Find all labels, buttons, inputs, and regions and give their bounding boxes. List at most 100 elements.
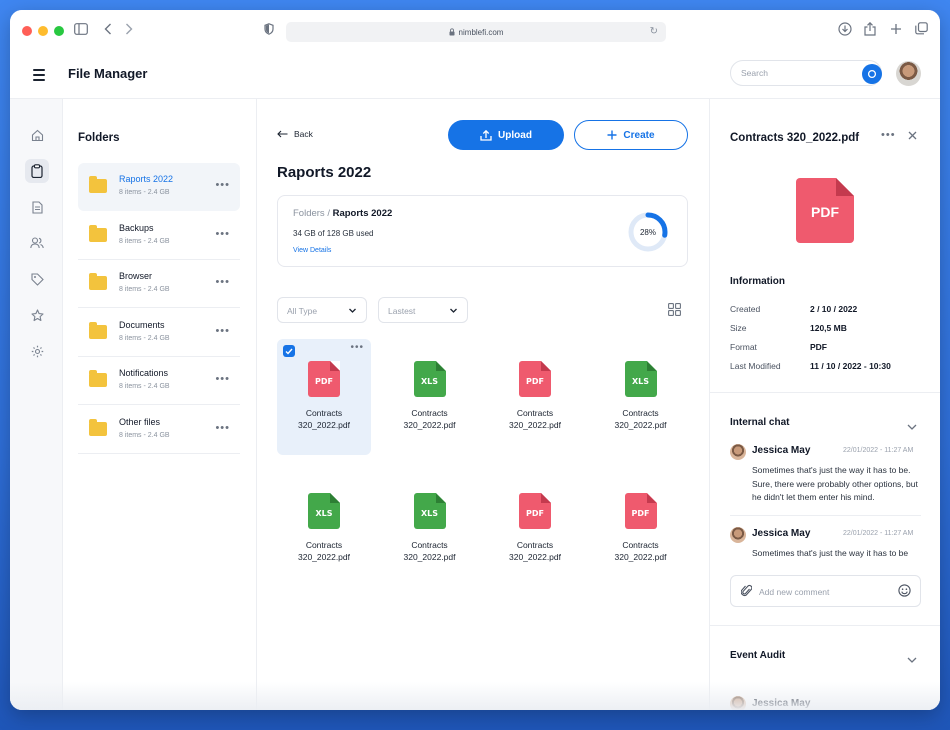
close-icon[interactable]: [908, 129, 917, 143]
info-label: Last Modified: [730, 361, 781, 371]
file-details-panel: Contracts 320_2022.pdf ••• PDF Informati…: [709, 99, 940, 710]
storage-percent: 28%: [640, 228, 656, 237]
sort-select[interactable]: Lastest: [378, 297, 468, 323]
more-options-icon[interactable]: •••: [215, 422, 230, 434]
file-preview-type: PDF: [811, 204, 839, 220]
file-checkbox[interactable]: [283, 345, 295, 357]
storage-used-text: 34 GB of 128 GB used: [293, 229, 374, 238]
menu-icon[interactable]: [33, 69, 45, 84]
file-card[interactable]: PDF Contracts 320_2022.pdf: [488, 339, 582, 455]
more-options-icon[interactable]: •••: [881, 129, 896, 141]
folder-name: Browser: [119, 271, 153, 281]
comment-avatar: [730, 444, 746, 460]
back-button[interactable]: Back: [277, 129, 313, 139]
nav-settings[interactable]: [25, 339, 49, 363]
file-card[interactable]: ••• PDF Contracts 320_2022.pdf: [277, 339, 371, 455]
audit-collapse-icon[interactable]: [907, 651, 917, 669]
view-details-link[interactable]: View Details: [293, 247, 331, 254]
nav-favorites[interactable]: [25, 303, 49, 327]
minimize-window-button[interactable]: [38, 26, 48, 36]
nav-users[interactable]: [25, 231, 49, 255]
nav-clipboard[interactable]: [25, 159, 49, 183]
type-filter-select[interactable]: All Type: [277, 297, 367, 323]
file-type: XLS: [631, 377, 650, 386]
file-type: PDF: [631, 509, 650, 518]
create-label: Create: [623, 129, 655, 141]
address-bar[interactable]: nimblefi.com ↻: [286, 22, 666, 42]
app-title: File Manager: [68, 66, 148, 81]
browser-back-icon[interactable]: [104, 22, 112, 40]
file-name: Contracts: [305, 408, 343, 418]
more-options-icon[interactable]: •••: [215, 179, 230, 191]
arrow-left-icon: [277, 130, 288, 138]
browser-forward-icon[interactable]: [125, 22, 133, 40]
sidebar-toggle-icon[interactable]: [74, 22, 88, 40]
more-options-icon[interactable]: •••: [215, 373, 230, 385]
nav-home[interactable]: [25, 123, 49, 147]
tag-icon: [30, 272, 44, 286]
nav-tags[interactable]: [25, 267, 49, 291]
file-name-suffix: 320_2022.pdf: [509, 552, 561, 562]
paperclip-icon[interactable]: [741, 584, 752, 597]
search-input[interactable]: Search: [730, 60, 882, 86]
tabs-overview-icon[interactable]: [915, 22, 928, 40]
file-name: Contracts: [622, 540, 659, 550]
close-window-button[interactable]: [22, 26, 32, 36]
file-card[interactable]: XLS Contracts 320_2022.pdf: [277, 471, 371, 587]
folder-item[interactable]: Browser 8 items - 2.4 GB •••: [78, 260, 240, 308]
folder-icon: [89, 321, 107, 339]
document-icon: [31, 200, 43, 214]
folder-item[interactable]: Documents 8 items - 2.4 GB •••: [78, 309, 240, 357]
upload-button[interactable]: Upload: [448, 120, 564, 150]
chat-collapse-icon[interactable]: [907, 418, 917, 436]
shield-icon[interactable]: [264, 22, 274, 40]
file-name-suffix: 320_2022.pdf: [403, 420, 456, 430]
comment-avatar: [730, 527, 746, 543]
page-title: Raports 2022: [277, 164, 372, 181]
file-card[interactable]: XLS Contracts 320_2022.pdf: [383, 339, 477, 455]
more-options-icon[interactable]: •••: [215, 325, 230, 337]
more-options-icon[interactable]: •••: [350, 342, 364, 353]
file-type: XLS: [420, 377, 439, 386]
emoji-icon[interactable]: [898, 584, 911, 597]
info-value: 11 / 10 / 2022 - 10:30: [810, 361, 891, 371]
type-filter-value: All Type: [287, 306, 318, 316]
chat-title: Internal chat: [730, 417, 790, 428]
file-name-suffix: 320_2022.pdf: [509, 420, 561, 430]
file-card[interactable]: PDF Contracts 320_2022.pdf: [488, 471, 582, 587]
divider: [710, 392, 940, 393]
file-name-suffix: 320_2022.pdf: [614, 420, 667, 430]
search-button[interactable]: [862, 64, 882, 84]
create-button[interactable]: Create: [574, 120, 688, 150]
folder-meta: 8 items - 2.4 GB: [119, 189, 170, 196]
new-tab-icon[interactable]: [890, 22, 902, 40]
more-options-icon[interactable]: •••: [215, 228, 230, 240]
file-name: Contracts: [516, 540, 554, 550]
info-label: Format: [730, 342, 757, 352]
maximize-window-button[interactable]: [54, 26, 64, 36]
file-card[interactable]: XLS Contracts 320_2022.pdf: [594, 339, 688, 455]
storage-usage-card: Folders / Raports 2022 34 GB of 128 GB u…: [277, 195, 688, 267]
folder-item[interactable]: Notifications 8 items - 2.4 GB •••: [78, 357, 240, 405]
information-title: Information: [730, 276, 785, 287]
folder-item[interactable]: Other files 8 items - 2.4 GB •••: [78, 406, 240, 454]
share-icon[interactable]: [864, 21, 876, 41]
folder-item[interactable]: Backups 8 items - 2.4 GB •••: [78, 212, 240, 260]
user-avatar[interactable]: [896, 61, 921, 86]
file-type: XLS: [420, 509, 439, 518]
breadcrumb-parent[interactable]: Folders /: [293, 208, 330, 219]
nav-documents[interactable]: [25, 195, 49, 219]
folder-icon: [89, 370, 107, 387]
file-card[interactable]: PDF Contracts 320_2022.pdf: [594, 471, 688, 587]
file-card[interactable]: XLS Contracts 320_2022.pdf: [383, 471, 477, 587]
grid-view-icon[interactable]: [668, 303, 681, 321]
file-name-suffix: 320_2022.pdf: [614, 552, 667, 562]
folder-item[interactable]: Raports 2022 8 items - 2.4 GB •••: [78, 163, 240, 211]
download-icon[interactable]: [838, 22, 852, 41]
comment-text: Sometimes that's just the way it has to …: [752, 465, 918, 502]
file-name-suffix: 320_2022.pdf: [403, 552, 456, 562]
more-options-icon[interactable]: •••: [215, 276, 230, 288]
comment-input[interactable]: Add new comment: [730, 575, 921, 607]
folder-name: Backups: [119, 222, 154, 233]
reload-icon[interactable]: ↻: [650, 26, 658, 37]
